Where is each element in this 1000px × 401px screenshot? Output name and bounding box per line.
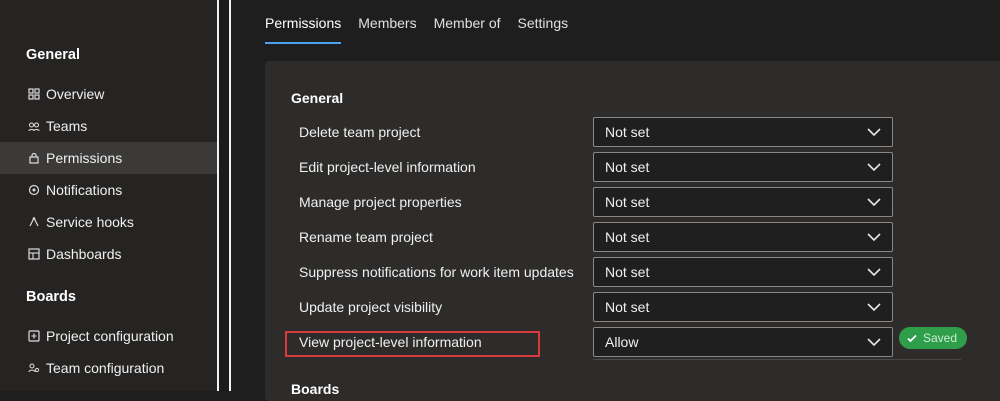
sidebar-item-label: Overview — [46, 86, 105, 102]
chevron-down-icon — [867, 303, 881, 312]
chevron-down-icon — [867, 198, 881, 207]
pane-divider[interactable] — [217, 0, 231, 391]
notifications-icon — [27, 184, 40, 197]
chevron-down-icon — [867, 128, 881, 137]
sidebar-item-label: Team configuration — [46, 360, 165, 376]
chevron-down-icon — [867, 268, 881, 277]
sidebar-item-dashboards[interactable]: Dashboards — [0, 238, 217, 270]
team-configuration-icon — [27, 362, 40, 375]
chevron-down-icon — [867, 233, 881, 242]
permissions-group-general: General — [291, 90, 344, 106]
permission-label: Manage project properties — [299, 194, 462, 210]
permission-dropdown-value: Not set — [605, 264, 650, 280]
sidebar-section-general: General — [26, 47, 80, 63]
permission-dropdown-value: Not set — [605, 194, 650, 210]
highlight-annotation — [285, 331, 540, 357]
permission-dropdown-value: Not set — [605, 299, 650, 315]
service-hooks-icon — [27, 216, 40, 229]
sidebar-item-label: Dashboards — [46, 246, 122, 262]
permission-dropdown[interactable]: Not set — [593, 292, 893, 322]
permission-dropdown-value: Not set — [605, 229, 650, 245]
tab-member-of[interactable]: Member of — [434, 0, 501, 46]
sidebar-item-label: Notifications — [46, 182, 123, 198]
sidebar-item-teams[interactable]: Teams — [0, 110, 217, 142]
permission-label: Edit project-level information — [299, 159, 476, 175]
permission-label: Delete team project — [299, 124, 421, 140]
tab-members[interactable]: Members — [358, 0, 416, 46]
overview-icon — [27, 88, 40, 101]
checkmark-icon — [907, 334, 917, 343]
permission-dropdown[interactable]: Not set — [593, 257, 893, 287]
sidebar: General Overview Teams Permissions Notif… — [0, 0, 217, 391]
permission-label: Update project visibility — [299, 299, 443, 315]
permission-dropdown-value: Not set — [605, 124, 650, 140]
permission-dropdown-value: Allow — [605, 334, 639, 350]
project-configuration-icon — [27, 330, 40, 343]
chevron-down-icon — [867, 163, 881, 172]
permission-dropdown[interactable]: Allow — [593, 327, 893, 357]
permission-dropdown-value: Not set — [605, 159, 650, 175]
sidebar-item-permissions[interactable]: Permissions — [0, 142, 217, 174]
sidebar-item-label: Teams — [46, 118, 88, 134]
tab-permissions[interactable]: Permissions — [265, 0, 342, 46]
sidebar-item-team-configuration[interactable]: Team configuration — [0, 352, 217, 384]
sidebar-item-notifications[interactable]: Notifications — [0, 174, 217, 206]
tab-bar: Permissions Members Member of Settings — [265, 0, 585, 46]
sidebar-item-label: Permissions — [46, 150, 123, 166]
permissions-group-boards: Boards — [291, 381, 340, 397]
permission-dropdown[interactable]: Not set — [593, 152, 893, 182]
sidebar-item-label: Project configuration — [46, 328, 174, 344]
permission-dropdown[interactable]: Not set — [593, 187, 893, 217]
saved-status-label: Saved — [923, 331, 958, 345]
sidebar-item-project-configuration[interactable]: Project configuration — [0, 320, 217, 352]
sidebar-item-service-hooks[interactable]: Service hooks — [0, 206, 217, 238]
sidebar-section-boards: Boards — [26, 289, 76, 305]
dashboards-icon — [27, 248, 40, 261]
permission-dropdown[interactable]: Not set — [593, 222, 893, 252]
permission-dropdown[interactable]: Not set — [593, 117, 893, 147]
teams-icon — [27, 120, 40, 133]
lock-icon — [27, 152, 40, 165]
row-divider — [593, 359, 961, 360]
permission-label: Suppress notifications for work item upd… — [299, 264, 574, 280]
saved-status-badge: Saved — [899, 327, 967, 349]
sidebar-item-label: Service hooks — [46, 214, 134, 230]
permission-label: Rename team project — [299, 229, 433, 245]
chevron-down-icon — [867, 338, 881, 347]
tab-settings[interactable]: Settings — [518, 0, 569, 46]
sidebar-item-overview[interactable]: Overview — [0, 78, 217, 110]
